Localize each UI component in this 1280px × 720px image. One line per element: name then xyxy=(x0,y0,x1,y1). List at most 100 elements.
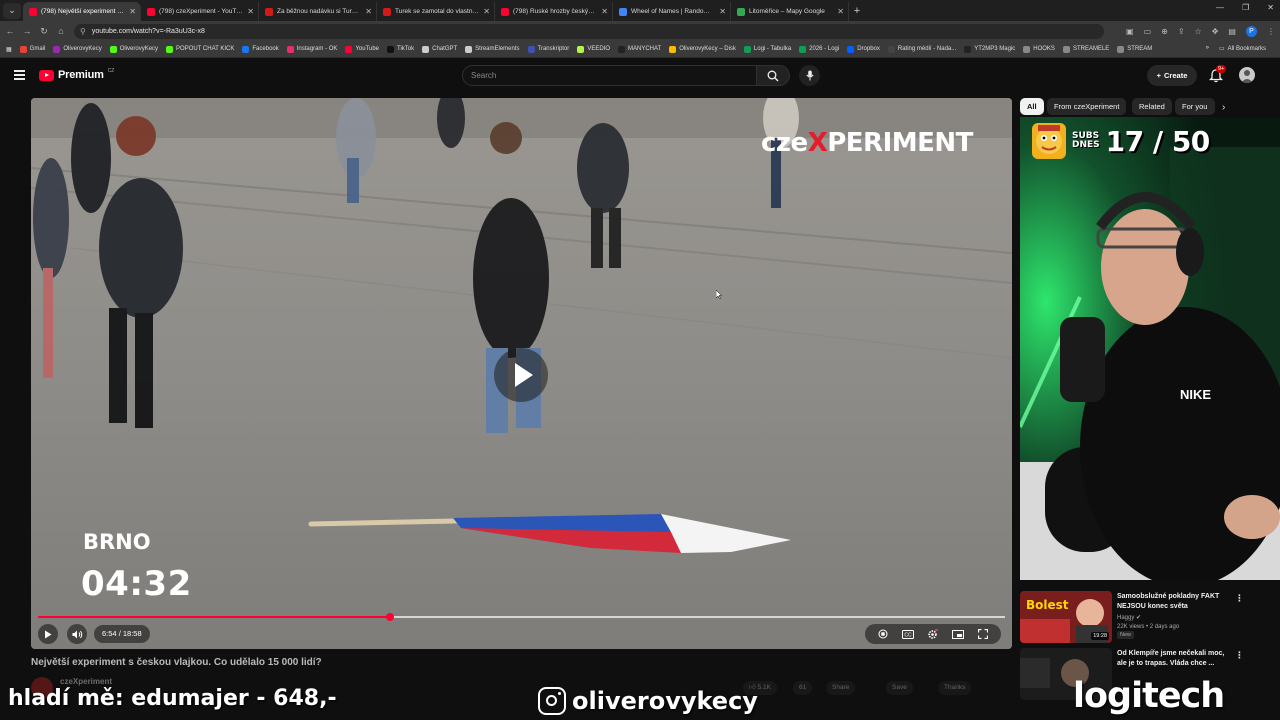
more-options-icon[interactable]: ⋮ xyxy=(1235,650,1244,661)
bookmark-item[interactable]: Logi - Tabulka xyxy=(743,45,791,53)
bookmark-label: STREAMELE xyxy=(1072,46,1110,52)
tab-search-menu-icon[interactable]: ⌄ xyxy=(3,2,21,19)
chip-from-channel[interactable]: From czeXperiment xyxy=(1047,98,1127,115)
bookmark-item[interactable]: YT2MP3 Magic xyxy=(964,45,1015,53)
extension-icon[interactable]: ▣ xyxy=(1126,27,1134,36)
home-icon[interactable]: ⌂ xyxy=(54,26,68,36)
voice-search-button[interactable] xyxy=(799,65,820,86)
big-play-button[interactable] xyxy=(494,348,548,402)
tab-close-icon[interactable]: ✕ xyxy=(129,7,136,16)
menu-hamburger-icon[interactable] xyxy=(14,70,25,82)
search-input[interactable]: Search xyxy=(462,65,757,86)
theater-mode-icon[interactable] xyxy=(951,628,964,640)
tab-close-icon[interactable]: ✕ xyxy=(837,7,844,16)
share-button[interactable]: Share xyxy=(826,681,856,695)
tab-close-icon[interactable]: ✕ xyxy=(365,7,372,16)
tab-close-icon[interactable]: ✕ xyxy=(601,7,608,16)
play-button[interactable] xyxy=(38,624,58,644)
tab-close-icon[interactable]: ✕ xyxy=(483,7,490,16)
bookmarks-overflow-icon[interactable]: » xyxy=(1206,45,1209,52)
settings-gear-icon[interactable] xyxy=(927,628,939,640)
comments-count[interactable]: 61 xyxy=(793,681,813,695)
bookmark-item[interactable]: TikTok xyxy=(387,45,414,53)
reload-icon[interactable]: ↻ xyxy=(37,26,51,37)
create-button[interactable]: + Create xyxy=(1147,65,1197,86)
thanks-button[interactable]: Thanks xyxy=(938,681,972,695)
bookmark-item[interactable]: ChatGPT xyxy=(422,45,457,53)
apps-grid-icon[interactable]: ▦ xyxy=(6,46,12,53)
cast-icon[interactable]: ▭ xyxy=(1144,27,1152,36)
browser-tab[interactable]: (798) czeXperiment - YouTube ✕ xyxy=(141,2,259,21)
bookmark-item[interactable]: YouTube xyxy=(345,45,379,53)
all-bookmarks-button[interactable]: ▭ All Bookmarks xyxy=(1219,45,1266,53)
bookmark-item[interactable]: STREAM xyxy=(1117,45,1152,53)
browser-tab[interactable]: (798) Ruské hrozby českým zbr ✕ xyxy=(495,2,613,21)
bookmark-label: Rating médií - Nada... xyxy=(897,46,957,52)
video-thumbnail[interactable]: Bolest 19:28 xyxy=(1020,591,1112,643)
youtube-premium-logo[interactable]: Premium CZ xyxy=(39,68,114,81)
bookmark-item[interactable]: MANYCHAT xyxy=(618,45,661,53)
extension-icons: ▣ ▭ ⊕ ⇪ ☆ ✥ ▤ P ⋮ xyxy=(1126,25,1275,37)
progress-bar[interactable] xyxy=(38,613,1005,621)
recommended-video[interactable]: Bolest 19:28 Samoobslužné pokladny FAKT … xyxy=(1020,591,1270,643)
minimize-icon[interactable]: — xyxy=(1216,3,1224,12)
account-avatar[interactable] xyxy=(1239,67,1255,83)
puzzle-extensions-icon[interactable]: ✥ xyxy=(1212,27,1219,36)
channel-name[interactable]: czeXperiment xyxy=(60,677,112,686)
recommended-channel-name[interactable]: Haggy ✔︎ xyxy=(1117,614,1141,621)
tab-close-icon[interactable]: ✕ xyxy=(719,7,726,16)
back-arrow-icon[interactable]: ← xyxy=(3,26,17,36)
subtitles-icon[interactable]: CC xyxy=(902,628,915,640)
browser-tab[interactable]: (798) Největší experiment s čes ✕ xyxy=(23,2,141,21)
forward-arrow-icon[interactable]: → xyxy=(20,26,34,36)
bookmark-item[interactable]: Gmail xyxy=(19,45,45,53)
recommended-video-title[interactable]: Samoobslužné pokladny FAKT NEJSOU konec … xyxy=(1117,592,1231,611)
new-tab-button[interactable]: + xyxy=(849,5,865,17)
share-icon[interactable]: ⇪ xyxy=(1178,27,1185,36)
bookmark-item[interactable]: Instagram - OK xyxy=(286,45,337,53)
progress-scrubber-handle[interactable] xyxy=(385,613,394,621)
bookmark-item[interactable]: StreamElements xyxy=(465,45,520,53)
bookmark-item[interactable]: Transkriptor xyxy=(527,45,569,53)
chips-next-arrow-icon[interactable]: › xyxy=(1222,102,1225,113)
bookmark-item[interactable]: OliverovyKecy xyxy=(53,45,102,53)
browser-tab[interactable]: Turek se zamotal do vlastních l ✕ xyxy=(377,2,495,21)
bookmark-item[interactable]: Rating médií - Nada... xyxy=(887,45,957,53)
bookmark-item[interactable]: STREAMELE xyxy=(1062,45,1110,53)
browser-tab[interactable]: Za běžnou nadávku si Turek vy ✕ xyxy=(259,2,377,21)
bookmark-item[interactable]: OliverovyKecy xyxy=(109,45,158,53)
bookmark-item[interactable]: Dropbox xyxy=(847,45,880,53)
bookmark-item[interactable]: POPOUT CHAT KICK xyxy=(166,45,234,53)
chip-for-you[interactable]: For you xyxy=(1175,98,1215,115)
search-button[interactable] xyxy=(757,65,790,86)
browser-profile-avatar[interactable]: P xyxy=(1245,25,1257,37)
browser-tab[interactable]: Wheel of Names | Random nan ✕ xyxy=(613,2,731,21)
recommended-video-title[interactable]: Od Klempíře jsme nečekali moc, ale je to… xyxy=(1117,649,1231,668)
chip-all[interactable]: All xyxy=(1020,98,1044,115)
bookmark-item[interactable]: VEEDIO xyxy=(577,45,610,53)
video-player[interactable]: czeXPERIMENT BRNO 04:32 6:54 / 18:58 CC xyxy=(31,98,1012,649)
instagram-overlay: oliverovykecy xyxy=(538,687,758,715)
browser-tab[interactable]: Litoměřice – Mapy Google ✕ xyxy=(731,2,849,21)
bookmark-item[interactable]: 2026 - Logi xyxy=(799,45,839,53)
site-info-icon[interactable]: ⚲ xyxy=(80,27,86,36)
bookmark-item[interactable]: OliverovyKecy – Disk xyxy=(669,45,736,53)
sidebar-icon[interactable]: ▤ xyxy=(1228,27,1236,36)
bookmark-item[interactable]: Facebook xyxy=(242,45,279,53)
browser-toolbar: ← → ↻ ⌂ ⚲ youtube.com/watch?v=-Ra3uU3c-x… xyxy=(0,21,1280,41)
maximize-icon[interactable]: ❐ xyxy=(1242,3,1249,12)
tab-close-icon[interactable]: ✕ xyxy=(247,7,254,16)
browser-menu-icon[interactable]: ⋮ xyxy=(1267,27,1275,36)
volume-button[interactable] xyxy=(67,624,87,644)
autoplay-toggle-icon[interactable] xyxy=(877,628,889,640)
fullscreen-icon[interactable] xyxy=(977,628,989,640)
close-window-icon[interactable]: ✕ xyxy=(1267,3,1274,12)
bookmark-item[interactable]: HOOKS xyxy=(1023,45,1055,53)
save-button[interactable]: Save xyxy=(886,681,913,695)
zoom-icon[interactable]: ⊕ xyxy=(1161,27,1168,36)
chip-related[interactable]: Related xyxy=(1132,98,1172,115)
tab-favicon-icon xyxy=(501,7,509,16)
bookmark-star-icon[interactable]: ☆ xyxy=(1195,27,1202,36)
more-options-icon[interactable]: ⋮ xyxy=(1235,593,1244,604)
address-bar[interactable]: ⚲ youtube.com/watch?v=-Ra3uU3c-x8 xyxy=(74,23,1104,39)
